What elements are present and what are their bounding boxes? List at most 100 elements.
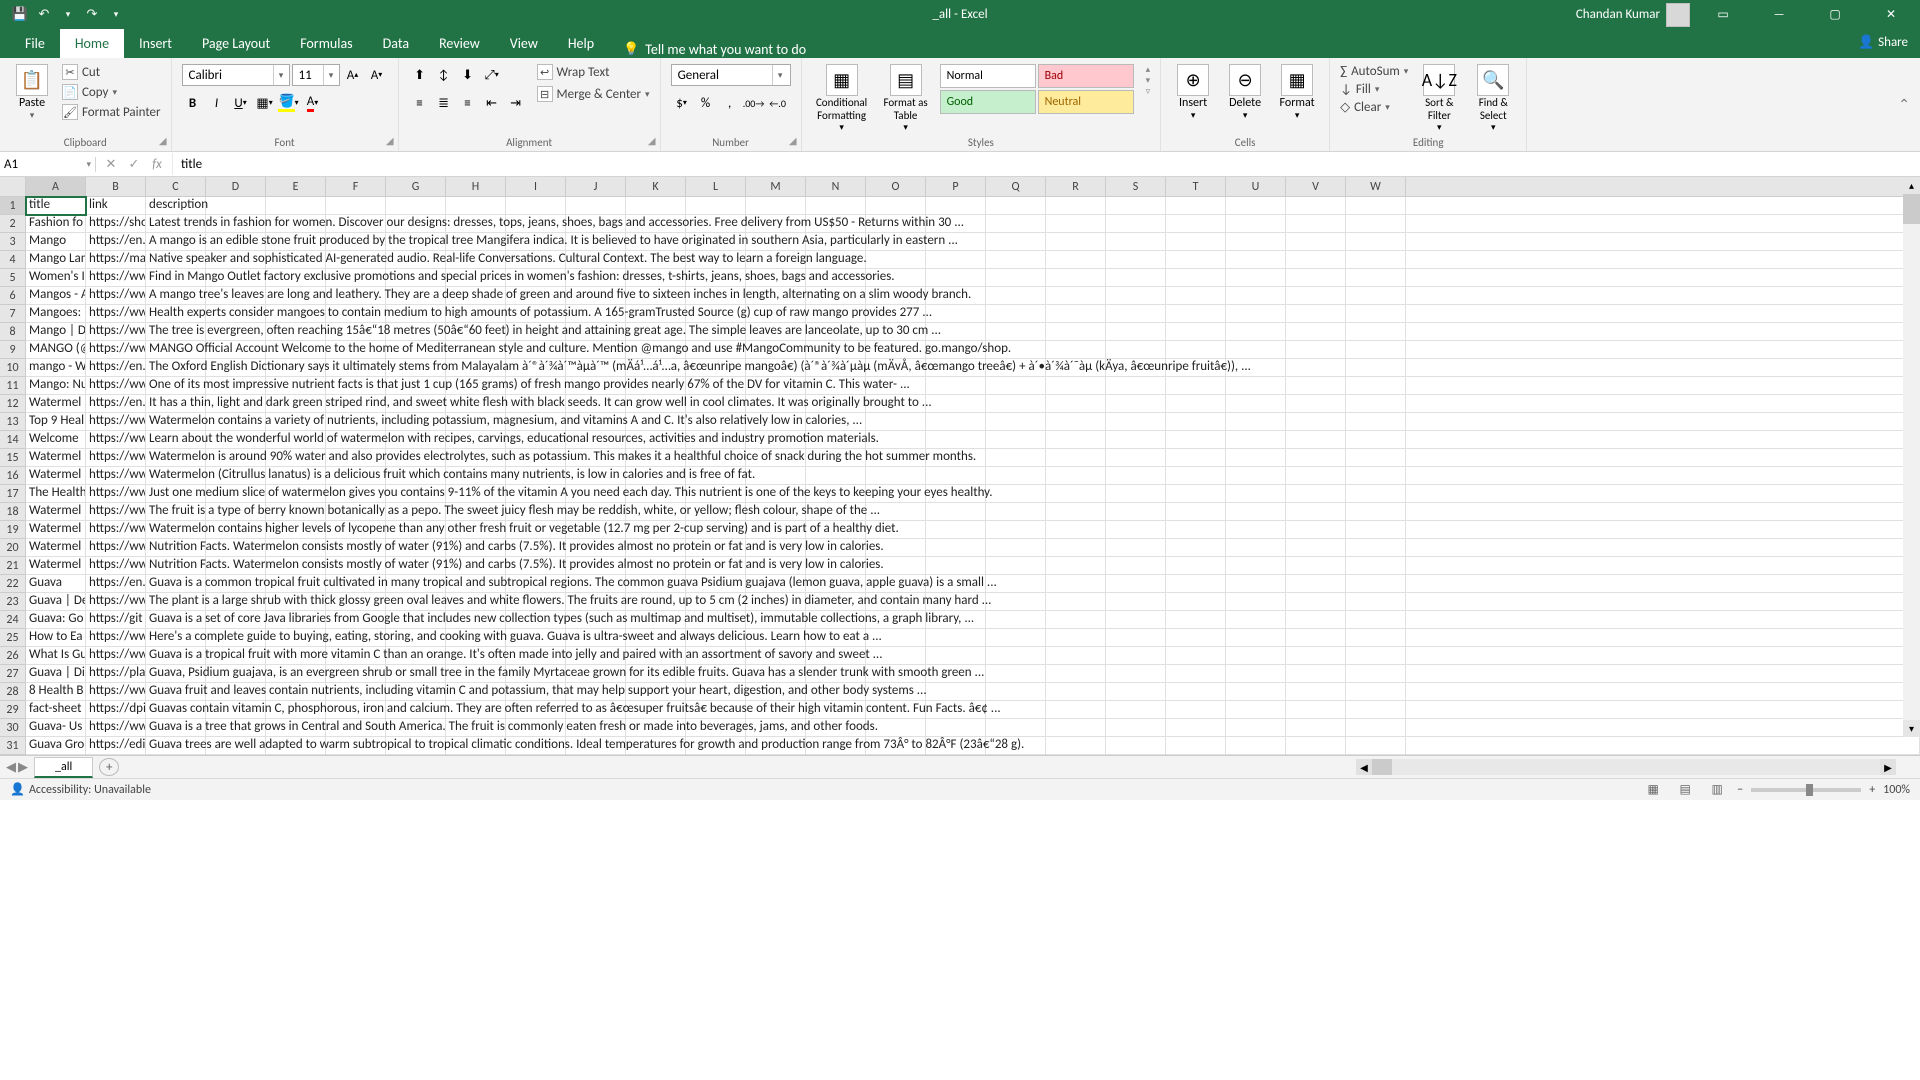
cell[interactable]: [986, 323, 1046, 341]
cell[interactable]: [1226, 341, 1286, 359]
cell[interactable]: [1106, 467, 1166, 485]
row-header[interactable]: 16: [0, 467, 26, 485]
cell[interactable]: [1166, 467, 1226, 485]
cell[interactable]: Watermel: [26, 449, 86, 467]
column-header[interactable]: K: [626, 177, 686, 196]
cell[interactable]: 8 Health B: [26, 683, 86, 701]
cell[interactable]: [866, 413, 926, 431]
cell[interactable]: [1046, 197, 1106, 215]
cell[interactable]: Guava: [26, 575, 86, 593]
cell[interactable]: Nutrition Facts. Watermelon consists mos…: [146, 557, 206, 575]
row-header[interactable]: 28: [0, 683, 26, 701]
cell[interactable]: https://ww: [86, 485, 146, 503]
minimize-icon[interactable]: —: [1756, 0, 1802, 29]
cell[interactable]: [1346, 359, 1406, 377]
row-header[interactable]: 12: [0, 395, 26, 413]
cell[interactable]: [1286, 323, 1346, 341]
ribbon-display-icon[interactable]: ▭: [1700, 0, 1746, 29]
cell[interactable]: [1286, 737, 1346, 755]
row-header[interactable]: 31: [0, 737, 26, 755]
cell[interactable]: [1046, 413, 1106, 431]
column-header[interactable]: F: [326, 177, 386, 196]
column-header[interactable]: R: [1046, 177, 1106, 196]
share-button[interactable]: 👤 Share: [1858, 35, 1908, 50]
row-header[interactable]: 29: [0, 701, 26, 719]
cell[interactable]: [1286, 485, 1346, 503]
row-header[interactable]: 17: [0, 485, 26, 503]
cell[interactable]: [1106, 557, 1166, 575]
cell[interactable]: [1106, 665, 1166, 683]
delete-cells-button[interactable]: ⊖Delete▾: [1223, 64, 1267, 121]
cell[interactable]: [1286, 359, 1346, 377]
tab-help[interactable]: Help: [553, 29, 609, 58]
cell[interactable]: [1346, 575, 1406, 593]
clear-button[interactable]: ◇Clear▾: [1340, 100, 1408, 115]
fill-button[interactable]: ↓Fill▾: [1340, 82, 1408, 97]
cell[interactable]: [926, 269, 986, 287]
styles-scroll-down-icon[interactable]: ▾: [1146, 75, 1151, 86]
style-normal[interactable]: Normal: [940, 64, 1036, 88]
cell[interactable]: [1226, 575, 1286, 593]
cell[interactable]: https://ww: [86, 305, 146, 323]
cell[interactable]: Mango: [26, 233, 86, 251]
italic-button[interactable]: I: [206, 92, 228, 114]
cell[interactable]: [1346, 395, 1406, 413]
cell[interactable]: [1346, 341, 1406, 359]
zoom-level[interactable]: 100%: [1883, 783, 1910, 797]
comma-button[interactable]: ,: [719, 92, 741, 114]
format-as-table-button[interactable]: ▤Format as Table▾: [880, 64, 932, 133]
cell[interactable]: [1346, 197, 1406, 215]
cell[interactable]: Watermel: [26, 503, 86, 521]
cell[interactable]: Learn about the wonderful world of water…: [146, 431, 206, 449]
cell[interactable]: [1106, 503, 1166, 521]
cell[interactable]: [1106, 305, 1166, 323]
normal-view-icon[interactable]: ▦: [1641, 781, 1665, 799]
find-select-button[interactable]: 🔍Find & Select▾: [1470, 64, 1516, 133]
sheet-tab-active[interactable]: _all: [34, 757, 93, 778]
cell[interactable]: [1226, 737, 1286, 755]
accounting-button[interactable]: $▾: [671, 92, 693, 114]
close-icon[interactable]: ✕: [1868, 0, 1914, 29]
cell[interactable]: [1286, 503, 1346, 521]
row-header[interactable]: 24: [0, 611, 26, 629]
cell[interactable]: One of its most impressive nutrient fact…: [146, 377, 206, 395]
cell[interactable]: [1166, 575, 1226, 593]
cell[interactable]: [1166, 485, 1226, 503]
cell[interactable]: [1106, 701, 1166, 719]
cell[interactable]: [1286, 647, 1346, 665]
decrease-indent-icon[interactable]: ⇤: [481, 92, 503, 114]
cell[interactable]: [1286, 413, 1346, 431]
cell[interactable]: [1046, 701, 1106, 719]
underline-button[interactable]: U▾: [230, 92, 252, 114]
cell[interactable]: [986, 683, 1046, 701]
cell[interactable]: [1346, 251, 1406, 269]
undo-dd-icon[interactable]: ▾: [58, 5, 78, 25]
cell[interactable]: [986, 251, 1046, 269]
cancel-formula-icon[interactable]: ✕: [100, 153, 122, 175]
cell[interactable]: Mango: Nu: [26, 377, 86, 395]
page-layout-view-icon[interactable]: ▤: [1673, 781, 1697, 799]
cell[interactable]: [986, 629, 1046, 647]
cell[interactable]: [1226, 395, 1286, 413]
format-cells-button[interactable]: ▦Format▾: [1275, 64, 1319, 121]
cell[interactable]: [1286, 665, 1346, 683]
cell[interactable]: [1286, 683, 1346, 701]
column-header[interactable]: M: [746, 177, 806, 196]
cell[interactable]: [1046, 629, 1106, 647]
column-header[interactable]: S: [1106, 177, 1166, 196]
decrease-font-icon[interactable]: A▾: [366, 64, 388, 86]
cell[interactable]: [986, 665, 1046, 683]
cell[interactable]: [986, 215, 1046, 233]
cell[interactable]: [1226, 557, 1286, 575]
cell[interactable]: [1166, 305, 1226, 323]
style-neutral[interactable]: Neutral: [1038, 90, 1134, 114]
cell[interactable]: [1346, 719, 1406, 737]
cell[interactable]: https://sho: [86, 215, 146, 233]
cell[interactable]: [1046, 233, 1106, 251]
sheet-nav-prev-icon[interactable]: ◀: [6, 760, 16, 775]
cell[interactable]: [926, 521, 986, 539]
cell[interactable]: [1166, 503, 1226, 521]
align-top-icon[interactable]: ⬆: [409, 64, 431, 86]
cell[interactable]: [1226, 719, 1286, 737]
cell[interactable]: [1166, 665, 1226, 683]
